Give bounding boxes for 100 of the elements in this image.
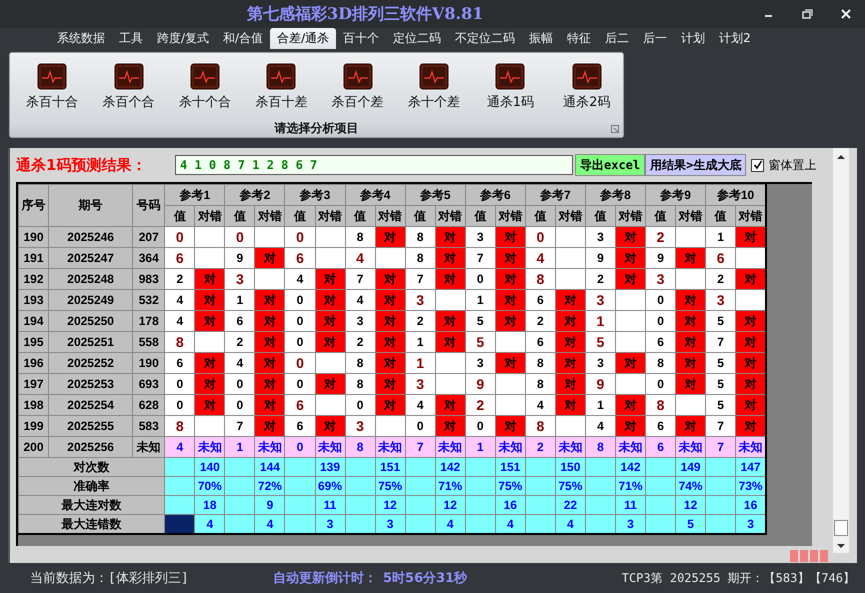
stat-cell: 4 [555, 514, 586, 534]
seq-cell: 195 [18, 332, 49, 352]
result-cell: 对 [375, 332, 406, 352]
value-cell: 0 [646, 290, 676, 310]
stat-cell: 70% [194, 476, 225, 496]
period-cell: 2025248 [48, 268, 133, 290]
result-cell: 对 [495, 248, 526, 268]
value-cell: 9 [465, 374, 496, 394]
value-cell: 4 [345, 248, 376, 268]
column-header: 序号 [18, 184, 49, 226]
value-cell: 7 [706, 416, 736, 436]
value-cell: 2 [405, 310, 436, 332]
analysis-item-button[interactable]: 杀十个合 [168, 63, 242, 120]
stat-label: 最大连对数 [18, 496, 165, 514]
menu-tab[interactable]: 振幅 [522, 28, 560, 49]
value-cell: 7 [224, 416, 255, 436]
group-header: 参考1 [164, 184, 225, 206]
monitor-icon [114, 63, 144, 90]
menu-tab[interactable]: 跨度/复式 [150, 28, 216, 49]
subcolumn-header: 值 [465, 206, 496, 226]
menu-tab[interactable]: 后二 [598, 28, 636, 49]
subcolumn-header: 对错 [736, 206, 766, 226]
value-cell: 7 [405, 436, 436, 458]
analysis-item-button[interactable]: 杀百十差 [245, 63, 318, 120]
menu-tab[interactable]: 后一 [636, 28, 674, 49]
vertical-scrollbar[interactable] [833, 148, 849, 553]
menu-tab[interactable]: 不定位二码 [448, 28, 522, 49]
analysis-item-button[interactable]: 杀百个差 [322, 63, 394, 120]
result-cell: 对 [375, 310, 406, 332]
always-on-top-checkbox[interactable]: 窗体置上 [751, 156, 816, 174]
value-cell: 4 [164, 436, 195, 458]
subcolumn-header: 值 [646, 206, 676, 226]
monitor-icon [190, 63, 220, 90]
period-cell: 2025252 [48, 352, 133, 374]
group-header: 参考4 [345, 184, 406, 206]
menu-tab[interactable]: 特征 [560, 28, 598, 49]
result-cell: 对 [676, 310, 706, 332]
prediction-field[interactable]: 4 1 0 8 7 1 2 8 6 7 [175, 155, 573, 175]
value-cell: 6 [646, 332, 676, 352]
menu-tab[interactable]: 计划 [674, 28, 712, 49]
result-cell: 对 [555, 332, 586, 352]
subcolumn-header: 对错 [254, 206, 285, 226]
prediction-label: 通杀1码预测结果： [16, 156, 148, 174]
analysis-item-button[interactable]: 杀百个合 [92, 63, 165, 120]
analysis-item-button[interactable]: 通杀1码 [474, 63, 547, 120]
result-cell: 对 [375, 374, 406, 394]
analysis-item-button[interactable]: 杀十个差 [398, 63, 470, 120]
result-cell: 对 [615, 248, 646, 268]
value-cell: 4 [345, 290, 376, 310]
scroll-up-icon[interactable] [837, 154, 845, 159]
value-cell: 3 [405, 374, 436, 394]
menu-tab[interactable]: 百十个 [336, 28, 386, 49]
subcolumn-header: 值 [405, 206, 436, 226]
menu-tab[interactable]: 计划2 [712, 28, 758, 49]
result-cell: 未知 [194, 436, 225, 458]
subcolumn-header: 值 [345, 206, 376, 226]
result-cell: 对 [495, 352, 526, 374]
dialog-launcher-icon[interactable] [611, 125, 619, 133]
stat-cell: 3 [736, 514, 766, 534]
stat-cell: 72% [254, 476, 285, 496]
result-cell: 对 [736, 226, 766, 248]
result-cell: 未知 [676, 436, 706, 458]
result-cell: 对 [615, 394, 646, 416]
value-cell: 6 [164, 248, 195, 268]
value-cell: 8 [345, 436, 376, 458]
period-cell: 2025246 [48, 226, 133, 248]
value-cell: 0 [284, 374, 315, 394]
result-cell: 未知 [495, 436, 526, 458]
stat-cell: 12 [435, 496, 466, 514]
value-cell: 6 [284, 416, 315, 436]
value-cell: 0 [224, 226, 255, 248]
analysis-item-button[interactable]: 杀百十合 [16, 63, 88, 120]
value-cell: 1 [224, 436, 255, 458]
value-cell: 7 [706, 332, 736, 352]
analysis-item-button[interactable]: 通杀2码 [550, 63, 623, 120]
scroll-thumb[interactable] [834, 520, 848, 536]
generate-button[interactable]: 用结果>生成大底 [645, 154, 746, 176]
stat-cell: 142 [435, 458, 466, 476]
value-cell: 9 [585, 374, 616, 394]
menu-tab[interactable]: 和/合值 [216, 28, 270, 49]
menu-tab[interactable]: 定位二码 [386, 28, 448, 49]
restore-icon[interactable] [802, 9, 813, 19]
stat-cell: 150 [555, 458, 586, 476]
value-cell: 4 [224, 352, 255, 374]
stat-cell: 12 [375, 496, 406, 514]
menu-tab[interactable]: 合差/通杀 [270, 28, 336, 49]
period-cell: 2025256 [48, 436, 133, 458]
close-icon[interactable] [841, 9, 851, 19]
stat-cell: 149 [676, 458, 706, 476]
draw-info-text: TCP3第 2025255 期开：【583】【746】 [622, 570, 855, 586]
stat-cell: 147 [736, 458, 766, 476]
menu-tab[interactable]: 工具 [112, 28, 150, 49]
value-cell: 8 [585, 436, 616, 458]
scroll-down-icon[interactable] [837, 544, 845, 549]
export-button[interactable]: 导出excel [575, 154, 646, 176]
menu-tab[interactable]: 系统数据 [50, 28, 112, 49]
result-cell: 对 [254, 394, 285, 416]
result-cell: 对 [736, 310, 766, 332]
result-cell: 对 [435, 310, 466, 332]
result-cell: 对 [375, 268, 406, 290]
